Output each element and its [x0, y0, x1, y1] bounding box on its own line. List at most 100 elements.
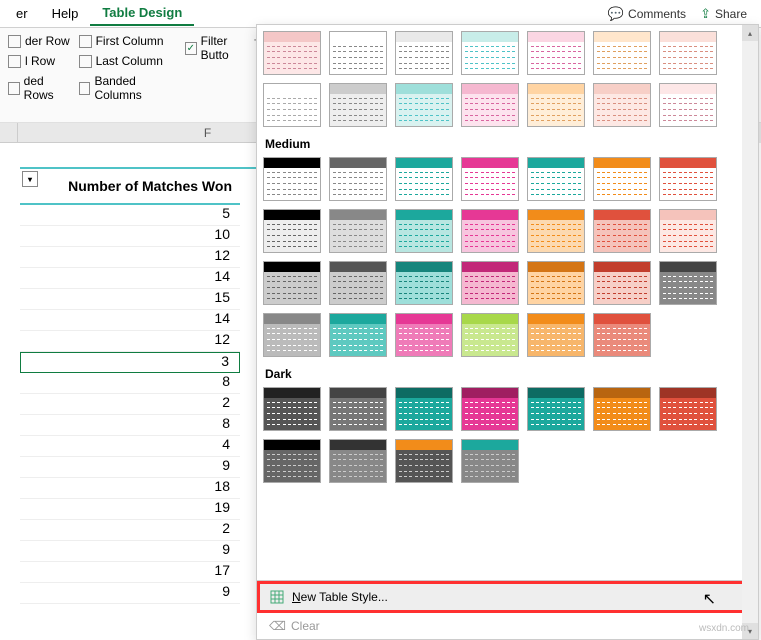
table-style-swatch[interactable]: [461, 31, 519, 75]
table-style-swatch[interactable]: [659, 209, 717, 253]
table-style-swatch[interactable]: [395, 31, 453, 75]
table-style-swatch[interactable]: [461, 439, 519, 483]
table-style-swatch[interactable]: [329, 313, 387, 357]
table-column-header[interactable]: ▾ Number of Matches Won: [20, 169, 240, 205]
scrollbar[interactable]: ▴ ▾: [742, 25, 758, 639]
table-style-options-group: der Row l Row ded Rows First Column Last Co…: [0, 28, 260, 122]
table-cell[interactable]: 2: [20, 394, 240, 415]
table-style-swatch[interactable]: [659, 387, 717, 431]
table-style-swatch[interactable]: [395, 387, 453, 431]
table-cell[interactable]: 9: [20, 541, 240, 562]
table-cell[interactable]: 15: [20, 289, 240, 310]
table-style-swatch[interactable]: [329, 209, 387, 253]
table-style-swatch[interactable]: [527, 387, 585, 431]
table-cell[interactable]: 9: [20, 583, 240, 604]
table-style-swatch[interactable]: [527, 313, 585, 357]
table-style-swatch[interactable]: [395, 261, 453, 305]
table-style-swatch[interactable]: [263, 387, 321, 431]
table-cell[interactable]: 5: [20, 205, 240, 226]
table-style-swatch[interactable]: [659, 261, 717, 305]
options-col2: First Column Last Column Banded Columns: [79, 32, 177, 104]
table-cell[interactable]: 2: [20, 520, 240, 541]
table-style-swatch[interactable]: [527, 83, 585, 127]
table-cell[interactable]: 3: [20, 352, 240, 373]
table-style-swatch[interactable]: [395, 83, 453, 127]
table-style-swatch[interactable]: [395, 209, 453, 253]
table-style-swatch[interactable]: [593, 157, 651, 201]
table-style-swatch[interactable]: [527, 261, 585, 305]
table-cell[interactable]: 12: [20, 331, 240, 352]
table-cell[interactable]: 4: [20, 436, 240, 457]
table-cell[interactable]: 14: [20, 268, 240, 289]
table-style-swatch[interactable]: [659, 157, 717, 201]
checkbox-option[interactable]: Last Column: [79, 52, 177, 70]
table-style-swatch[interactable]: [263, 157, 321, 201]
table-style-swatch[interactable]: [263, 439, 321, 483]
checkbox-option[interactable]: der Row: [8, 32, 71, 50]
table-cell[interactable]: 10: [20, 226, 240, 247]
table-style-swatch[interactable]: [593, 31, 651, 75]
swatch-body: [594, 398, 650, 430]
checkbox-option[interactable]: l Row: [8, 52, 71, 70]
table-style-swatch[interactable]: [395, 439, 453, 483]
table-style-swatch[interactable]: [659, 83, 717, 127]
table-style-swatch[interactable]: [593, 209, 651, 253]
scroll-up-button[interactable]: ▴: [742, 25, 758, 41]
new-table-style-button[interactable]: NNew Table Style...ew Table Style...: [257, 581, 758, 613]
share-button[interactable]: ⇪ Share: [700, 6, 747, 22]
table-style-swatch[interactable]: [593, 83, 651, 127]
swatch-header: [528, 32, 584, 42]
table-style-swatch[interactable]: [461, 83, 519, 127]
table-cell[interactable]: 18: [20, 478, 240, 499]
swatch-header: [462, 388, 518, 398]
table-cell[interactable]: 12: [20, 247, 240, 268]
table-style-swatch[interactable]: [527, 157, 585, 201]
table-style-swatch[interactable]: [461, 157, 519, 201]
corner-cell[interactable]: [0, 123, 18, 143]
checkbox-option[interactable]: Banded Columns: [79, 72, 177, 104]
table-style-swatch[interactable]: [461, 313, 519, 357]
table-style-swatch[interactable]: [395, 157, 453, 201]
filter-dropdown-button[interactable]: ▾: [22, 171, 38, 187]
checkbox-icon: [8, 35, 21, 48]
table-cell[interactable]: 19: [20, 499, 240, 520]
table-style-swatch[interactable]: [329, 387, 387, 431]
table-cell[interactable]: 9: [20, 457, 240, 478]
table-style-swatch[interactable]: [461, 387, 519, 431]
table-style-swatch[interactable]: [593, 261, 651, 305]
table-style-swatch[interactable]: [263, 209, 321, 253]
menu-item-table-design[interactable]: Table Design: [90, 1, 194, 26]
table-style-swatch[interactable]: [659, 31, 717, 75]
checkbox-option[interactable]: First Column: [79, 32, 177, 50]
table-style-swatch[interactable]: [593, 387, 651, 431]
table-cell[interactable]: 8: [20, 415, 240, 436]
table-style-swatch[interactable]: [593, 313, 651, 357]
table-cell[interactable]: 8: [20, 373, 240, 394]
table-style-swatch[interactable]: [527, 209, 585, 253]
table-cell[interactable]: 17: [20, 562, 240, 583]
table-style-swatch[interactable]: [263, 313, 321, 357]
table-style-swatch[interactable]: [329, 83, 387, 127]
table-style-swatch[interactable]: [329, 157, 387, 201]
option-label: Filter Butto: [201, 34, 252, 62]
table-style-swatch[interactable]: [461, 261, 519, 305]
checkbox-icon: ✓: [185, 42, 197, 55]
table-style-swatch[interactable]: [329, 439, 387, 483]
table-style-swatch[interactable]: [395, 313, 453, 357]
table-style-swatch[interactable]: [263, 261, 321, 305]
checkbox-option[interactable]: ded Rows: [8, 72, 71, 104]
table-style-swatch[interactable]: [461, 209, 519, 253]
table-style-swatch[interactable]: [263, 31, 321, 75]
table-style-swatch[interactable]: [329, 31, 387, 75]
table-style-swatch[interactable]: [527, 31, 585, 75]
swatch-header: [396, 158, 452, 168]
checkbox-option[interactable]: ✓ Filter Butto: [185, 32, 252, 64]
swatch-header: [330, 210, 386, 220]
menu-item[interactable]: er: [4, 2, 40, 25]
style-scroll-area[interactable]: Medium Dark: [257, 25, 758, 580]
table-cell[interactable]: 14: [20, 310, 240, 331]
table-style-swatch[interactable]: [263, 83, 321, 127]
table-style-swatch[interactable]: [329, 261, 387, 305]
menu-item-help[interactable]: Help: [40, 2, 91, 25]
comments-button[interactable]: 💬 Comments: [608, 6, 686, 22]
